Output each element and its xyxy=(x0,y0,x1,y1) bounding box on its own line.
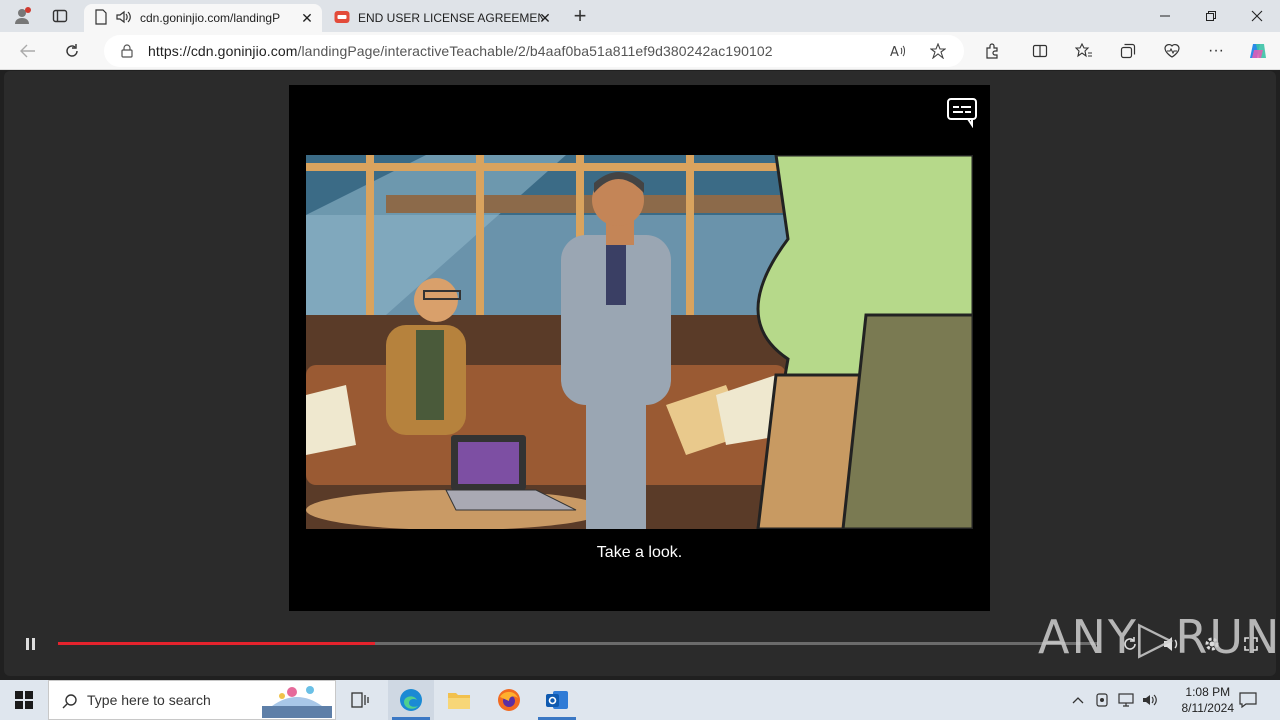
task-view-icon[interactable] xyxy=(346,688,374,712)
restore-icon[interactable] xyxy=(1196,6,1226,26)
tab-favicon-icon xyxy=(334,10,350,27)
favorite-star-icon[interactable] xyxy=(928,41,948,61)
search-placeholder: Type here to search xyxy=(87,692,211,708)
minimize-icon[interactable] xyxy=(1150,6,1180,26)
network-icon[interactable] xyxy=(1116,690,1136,710)
foreground-person xyxy=(756,155,973,529)
split-screen-icon[interactable] xyxy=(1028,40,1052,62)
pause-icon[interactable] xyxy=(20,634,42,654)
clock-date: 8/11/2024 xyxy=(1181,701,1235,715)
clock-time: 1:08 PM xyxy=(1185,685,1231,699)
new-tab-button[interactable]: + xyxy=(568,3,592,28)
taskbar-firefox-app[interactable] xyxy=(486,680,532,720)
taskbar-edge-app[interactable] xyxy=(388,680,434,720)
browser-tab-bar: cdn.goninjio.com/landingP ✕ END USER LIC… xyxy=(0,0,1280,32)
search-icon xyxy=(61,692,79,710)
extensions-icon[interactable] xyxy=(980,40,1004,62)
refresh-icon[interactable] xyxy=(60,40,84,62)
tab-eula[interactable]: END USER LICENSE AGREEMENT ✕ xyxy=(324,4,560,32)
page-icon xyxy=(94,8,108,28)
favorites-icon[interactable] xyxy=(1072,40,1096,62)
url-input[interactable]: https://cdn.goninjio.com/landingPage/int… xyxy=(104,35,964,67)
collections-icon[interactable] xyxy=(1116,40,1140,62)
tab-landing-page[interactable]: cdn.goninjio.com/landingP ✕ xyxy=(84,4,322,32)
tab-close-icon[interactable]: ✕ xyxy=(536,9,554,27)
volume-tray-icon[interactable] xyxy=(1140,690,1160,710)
tab-actions-icon[interactable] xyxy=(48,5,72,27)
tray-device-icon[interactable] xyxy=(1092,690,1112,710)
back-icon[interactable] xyxy=(16,40,40,62)
close-window-icon[interactable] xyxy=(1242,6,1272,26)
taskbar-file-explorer-app[interactable] xyxy=(436,680,482,720)
anyrun-watermark: ANY▷RUN xyxy=(1038,610,1280,664)
progress-fill xyxy=(58,642,376,645)
copilot-icon[interactable] xyxy=(1246,40,1270,62)
video-caption: Take a look. xyxy=(596,544,683,561)
performance-icon[interactable] xyxy=(1160,40,1184,62)
subtitles-icon[interactable] xyxy=(945,95,979,129)
tab-title: END USER LICENSE AGREEMENT xyxy=(358,11,543,25)
taskbar-clock[interactable]: 1:08 PM 8/11/2024 xyxy=(1182,684,1235,716)
read-aloud-icon[interactable]: A xyxy=(888,41,908,61)
tab-title: cdn.goninjio.com/landingP xyxy=(140,11,281,25)
url-path: /landingPage/interactiveTeachable/2/b4aa… xyxy=(297,43,773,59)
video-frame-illustration xyxy=(306,155,973,529)
windows-taskbar: Type here to search 1:08 PM 8/11/2024 xyxy=(0,680,1280,720)
address-toolbar: https://cdn.goninjio.com/landingPage/int… xyxy=(0,32,1280,70)
windows-start-icon[interactable] xyxy=(0,680,48,720)
tab-close-icon[interactable]: ✕ xyxy=(298,9,316,27)
taskbar-search-input[interactable]: Type here to search xyxy=(48,680,336,720)
taskbar-outlook-app[interactable] xyxy=(534,680,580,720)
search-highlight-icon xyxy=(261,683,333,719)
more-menu-icon[interactable]: ··· xyxy=(1204,40,1228,62)
chevron-up-icon[interactable] xyxy=(1068,690,1088,710)
url-domain: https://cdn.goninjio.com xyxy=(148,43,298,59)
svg-text:A: A xyxy=(890,45,899,58)
profile-icon[interactable] xyxy=(10,5,34,27)
lock-icon[interactable] xyxy=(120,43,134,59)
speaker-icon[interactable] xyxy=(116,10,132,27)
progress-bar[interactable] xyxy=(58,642,1098,645)
notifications-icon[interactable] xyxy=(1236,688,1260,712)
